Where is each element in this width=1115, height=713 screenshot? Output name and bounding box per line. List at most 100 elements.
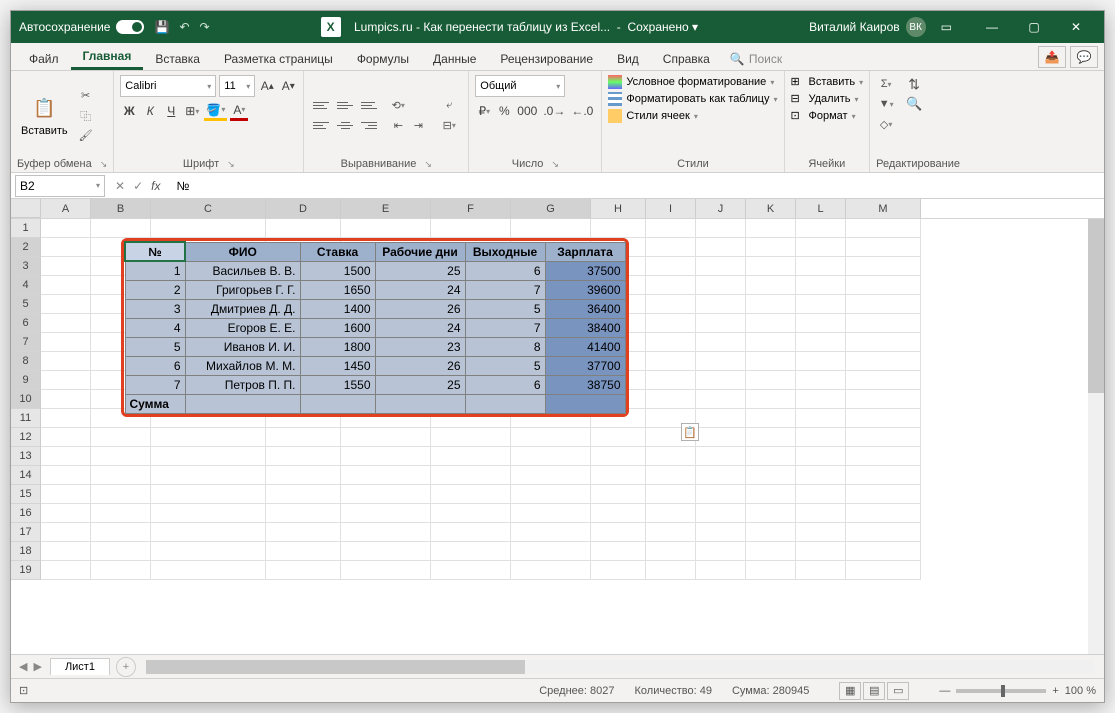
table-cell[interactable]: 24 <box>375 280 465 299</box>
table-cell[interactable]: 41400 <box>545 337 625 356</box>
table-cell[interactable]: 38750 <box>545 375 625 394</box>
font-color-icon[interactable]: A▾ <box>230 101 248 121</box>
table-cell[interactable]: 25 <box>375 375 465 394</box>
col-header-F[interactable]: F <box>431 199 511 218</box>
row-header-6[interactable]: 6 <box>11 314 41 333</box>
col-header-A[interactable]: A <box>41 199 91 218</box>
row-header-7[interactable]: 7 <box>11 333 41 352</box>
tab-formulas[interactable]: Формулы <box>345 48 421 70</box>
table-header[interactable]: Ставка <box>300 242 375 261</box>
table-cell[interactable]: Петров П. П. <box>185 375 300 394</box>
row-header-11[interactable]: 11 <box>11 409 41 428</box>
table-sum-cell[interactable] <box>300 394 375 413</box>
share-button[interactable]: 📤 <box>1038 46 1066 68</box>
table-sum-cell[interactable] <box>545 394 625 413</box>
table-cell[interactable]: 23 <box>375 337 465 356</box>
paste-options-icon[interactable]: 📋 <box>681 423 699 441</box>
table-cell[interactable]: 37700 <box>545 356 625 375</box>
table-cell[interactable]: 6 <box>125 356 185 375</box>
table-cell[interactable]: 3 <box>125 299 185 318</box>
row-header-10[interactable]: 10 <box>11 390 41 409</box>
font-name-combo[interactable]: Calibri▾ <box>120 75 216 97</box>
row-header-17[interactable]: 17 <box>11 523 41 542</box>
tab-file[interactable]: Файл <box>17 48 71 70</box>
decrease-font-icon[interactable]: A▾ <box>279 76 297 96</box>
vertical-scrollbar[interactable] <box>1088 219 1104 654</box>
col-header-I[interactable]: I <box>646 199 696 218</box>
fill-icon[interactable]: ▼▾ <box>876 95 896 113</box>
increase-indent-icon[interactable]: ⇥ <box>408 117 428 135</box>
row-header-2[interactable]: 2 <box>11 238 41 257</box>
col-header-E[interactable]: E <box>341 199 431 218</box>
table-cell[interactable]: 38400 <box>545 318 625 337</box>
row-header-12[interactable]: 12 <box>11 428 41 447</box>
table-header[interactable]: Выходные <box>465 242 545 261</box>
horizontal-scrollbar[interactable] <box>146 660 1094 674</box>
enter-formula-icon[interactable]: ✓ <box>133 179 143 193</box>
percent-icon[interactable]: % <box>495 101 513 121</box>
increase-decimal-icon[interactable]: .0→ <box>541 101 567 121</box>
row-header-9[interactable]: 9 <box>11 371 41 390</box>
format-as-table-button[interactable]: Форматировать как таблицу▾ <box>608 92 777 106</box>
cells-grid[interactable]: №ФИОСтавкаРабочие дниВыходныеЗарплата1Ва… <box>41 219 921 580</box>
autosave-toggle[interactable]: Автосохранение <box>19 20 144 34</box>
redo-icon[interactable]: ↷ <box>200 20 210 34</box>
number-format-combo[interactable]: Общий▾ <box>475 75 565 97</box>
view-page-break-icon[interactable]: ▭ <box>887 682 909 700</box>
table-cell[interactable]: 36400 <box>545 299 625 318</box>
decrease-indent-icon[interactable]: ⇤ <box>388 117 408 135</box>
table-cell[interactable]: 7 <box>465 318 545 337</box>
row-header-15[interactable]: 15 <box>11 485 41 504</box>
merge-center-icon[interactable]: ⊟▾ <box>436 117 462 135</box>
underline-button[interactable]: Ч <box>162 101 180 121</box>
table-cell[interactable]: 26 <box>375 299 465 318</box>
table-cell[interactable]: 4 <box>125 318 185 337</box>
tab-insert[interactable]: Вставка <box>143 48 212 70</box>
font-launcher[interactable]: ↘ <box>227 159 235 170</box>
accessibility-icon[interactable]: ⊡ <box>19 684 28 697</box>
clipboard-launcher[interactable]: ↘ <box>100 159 108 170</box>
tab-review[interactable]: Рецензирование <box>488 48 605 70</box>
row-header-13[interactable]: 13 <box>11 447 41 466</box>
tab-layout[interactable]: Разметка страницы <box>212 48 345 70</box>
table-cell[interactable]: Васильев В. В. <box>185 261 300 280</box>
formula-input[interactable]: № <box>170 179 1104 193</box>
row-header-3[interactable]: 3 <box>11 257 41 276</box>
col-header-H[interactable]: H <box>591 199 646 218</box>
save-icon[interactable]: 💾 <box>154 20 169 34</box>
ribbon-options-icon[interactable]: ▭ <box>941 20 952 34</box>
currency-icon[interactable]: ₽▾ <box>475 101 493 121</box>
row-header-19[interactable]: 19 <box>11 561 41 580</box>
table-cell[interactable]: Иванов И. И. <box>185 337 300 356</box>
paste-button[interactable]: 📋 Вставить <box>17 93 72 139</box>
table-cell[interactable]: 7 <box>125 375 185 394</box>
font-size-combo[interactable]: 11▾ <box>219 75 255 97</box>
col-header-J[interactable]: J <box>696 199 746 218</box>
row-header-16[interactable]: 16 <box>11 504 41 523</box>
name-box[interactable]: B2▾ <box>15 175 105 197</box>
row-header-8[interactable]: 8 <box>11 352 41 371</box>
table-cell[interactable]: Григорьев Г. Г. <box>185 280 300 299</box>
italic-button[interactable]: К <box>141 101 159 121</box>
tab-help[interactable]: Справка <box>651 48 722 70</box>
copy-icon[interactable]: ⿻ <box>76 107 96 125</box>
align-bottom-icon[interactable] <box>358 97 380 115</box>
find-select-icon[interactable]: 🔍 <box>904 95 924 113</box>
insert-cells-button[interactable]: ⊞Вставить▾ <box>791 75 864 89</box>
sheet-nav-next-icon[interactable]: ▶ <box>33 660 41 673</box>
table-cell[interactable]: 5 <box>465 299 545 318</box>
col-header-L[interactable]: L <box>796 199 846 218</box>
bold-button[interactable]: Ж <box>120 101 138 121</box>
sheet-tab-1[interactable]: Лист1 <box>50 658 110 675</box>
table-cell[interactable]: 8 <box>465 337 545 356</box>
undo-icon[interactable]: ↶ <box>179 20 189 34</box>
align-middle-icon[interactable] <box>334 97 356 115</box>
conditional-formatting-button[interactable]: Условное форматирование▾ <box>608 75 777 89</box>
table-sum-cell[interactable] <box>185 394 300 413</box>
comma-icon[interactable]: 000 <box>515 101 539 121</box>
table-cell[interactable]: 25 <box>375 261 465 280</box>
align-center-icon[interactable] <box>334 117 356 135</box>
cut-icon[interactable]: ✂ <box>76 87 96 105</box>
table-header[interactable]: № <box>125 242 185 261</box>
select-all-corner[interactable] <box>11 199 41 218</box>
